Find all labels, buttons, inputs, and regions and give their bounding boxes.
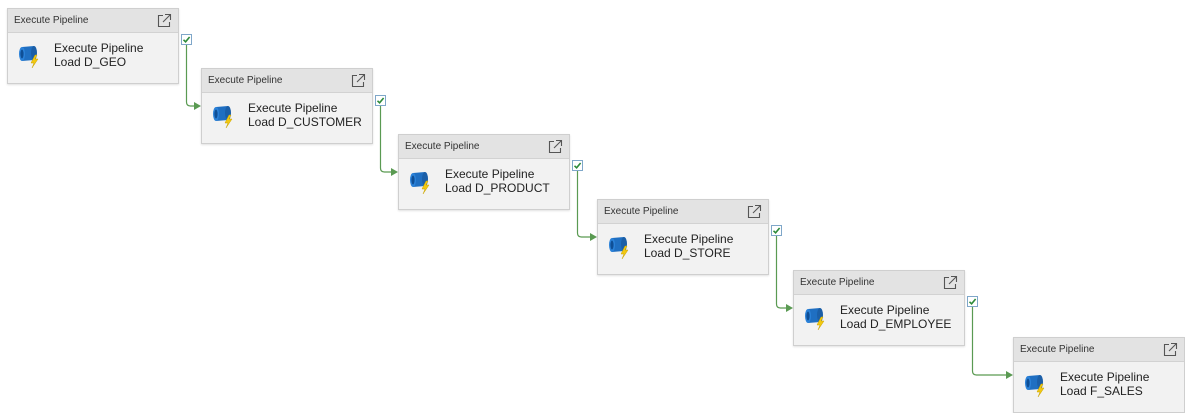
- success-output-handle[interactable]: [771, 225, 782, 236]
- activity-type-label: Execute Pipeline: [604, 206, 679, 217]
- activity-name: Execute Pipeline Load D_STORE: [644, 232, 733, 260]
- execute-pipeline-icon: [606, 232, 634, 260]
- activity-body: Execute Pipeline Load D_STORE: [598, 224, 768, 260]
- open-external-icon[interactable]: [156, 13, 172, 29]
- activity-header: Execute Pipeline: [1014, 338, 1184, 362]
- dependency-line: [185, 45, 195, 107]
- activity-header: Execute Pipeline: [8, 9, 178, 33]
- dependency-line: [576, 171, 591, 238]
- execute-pipeline-icon: [210, 101, 238, 129]
- activity-name-line1: Execute Pipeline: [1060, 370, 1150, 384]
- activity-name: Execute Pipeline Load D_CUSTOMER: [248, 101, 362, 129]
- execute-pipeline-icon: [16, 41, 44, 69]
- dependency-line: [971, 307, 1007, 376]
- activity-name-line2: Load D_EMPLOYEE: [840, 317, 952, 331]
- execute-pipeline-icon: [802, 303, 830, 331]
- activity-body: Execute Pipeline Load D_CUSTOMER: [202, 93, 372, 129]
- activity-name-line2: Load F_SALES: [1060, 384, 1143, 398]
- activity-card[interactable]: Execute Pipeline Execute Pipeline Load D…: [201, 68, 373, 144]
- activity-name-line1: Execute Pipeline: [445, 167, 535, 181]
- activity-header: Execute Pipeline: [399, 135, 569, 159]
- pipeline-canvas[interactable]: Execute Pipeline Execute Pipeline Load D…: [0, 0, 1185, 413]
- activity-name: Execute Pipeline Load F_SALES: [1060, 370, 1149, 398]
- activity-type-label: Execute Pipeline: [1020, 344, 1095, 355]
- activity-name: Execute Pipeline Load D_EMPLOYEE: [840, 303, 951, 331]
- activity-header: Execute Pipeline: [598, 200, 768, 224]
- activity-type-label: Execute Pipeline: [800, 277, 875, 288]
- activity-type-label: Execute Pipeline: [208, 75, 283, 86]
- open-external-icon[interactable]: [350, 73, 366, 89]
- success-output-handle[interactable]: [572, 160, 583, 171]
- activity-card[interactable]: Execute Pipeline Execute Pipeline Load D…: [7, 8, 179, 84]
- activity-card[interactable]: Execute Pipeline Execute Pipeline Load F…: [1013, 337, 1185, 413]
- open-external-icon[interactable]: [1162, 342, 1178, 358]
- activity-card[interactable]: Execute Pipeline Execute Pipeline Load D…: [398, 134, 570, 210]
- dependency-arrowhead: [786, 304, 793, 312]
- success-output-handle[interactable]: [181, 34, 192, 45]
- activity-card[interactable]: Execute Pipeline Execute Pipeline Load D…: [793, 270, 965, 346]
- success-check-icon: [376, 97, 385, 104]
- dependency-arrowhead: [194, 102, 201, 110]
- activity-header: Execute Pipeline: [202, 69, 372, 93]
- activity-name: Execute Pipeline Load D_PRODUCT: [445, 167, 550, 195]
- activity-name-line2: Load D_GEO: [54, 55, 127, 69]
- activity-name-line1: Execute Pipeline: [54, 41, 144, 55]
- activity-name-line1: Execute Pipeline: [840, 303, 930, 317]
- activity-body: Execute Pipeline Load D_PRODUCT: [399, 159, 569, 195]
- dependency-arrowhead: [391, 168, 398, 176]
- activity-type-label: Execute Pipeline: [14, 15, 89, 26]
- activity-name-line2: Load D_CUSTOMER: [248, 115, 362, 129]
- dependency-line: [775, 236, 787, 309]
- activity-body: Execute Pipeline Load D_GEO: [8, 33, 178, 69]
- activity-card[interactable]: Execute Pipeline Execute Pipeline Load D…: [597, 199, 769, 275]
- dependency-arrowhead: [590, 233, 597, 241]
- activity-name-line2: Load D_STORE: [644, 246, 731, 260]
- success-output-handle[interactable]: [375, 95, 386, 106]
- activity-name-line1: Execute Pipeline: [248, 101, 338, 115]
- open-external-icon[interactable]: [547, 139, 563, 155]
- execute-pipeline-icon: [407, 167, 435, 195]
- success-output-handle[interactable]: [967, 296, 978, 307]
- activity-type-label: Execute Pipeline: [405, 141, 480, 152]
- success-check-icon: [182, 36, 191, 43]
- success-check-icon: [772, 227, 781, 234]
- open-external-icon[interactable]: [942, 275, 958, 291]
- activity-header: Execute Pipeline: [794, 271, 964, 295]
- activity-body: Execute Pipeline Load F_SALES: [1014, 362, 1184, 398]
- open-external-icon[interactable]: [746, 204, 762, 220]
- activity-name: Execute Pipeline Load D_GEO: [54, 41, 143, 69]
- execute-pipeline-icon: [1022, 370, 1050, 398]
- activity-body: Execute Pipeline Load D_EMPLOYEE: [794, 295, 964, 331]
- dependency-line: [379, 106, 392, 173]
- activity-name-line2: Load D_PRODUCT: [445, 181, 550, 195]
- activity-name-line1: Execute Pipeline: [644, 232, 734, 246]
- success-check-icon: [968, 298, 977, 305]
- success-check-icon: [573, 162, 582, 169]
- dependency-arrowhead: [1006, 371, 1013, 379]
